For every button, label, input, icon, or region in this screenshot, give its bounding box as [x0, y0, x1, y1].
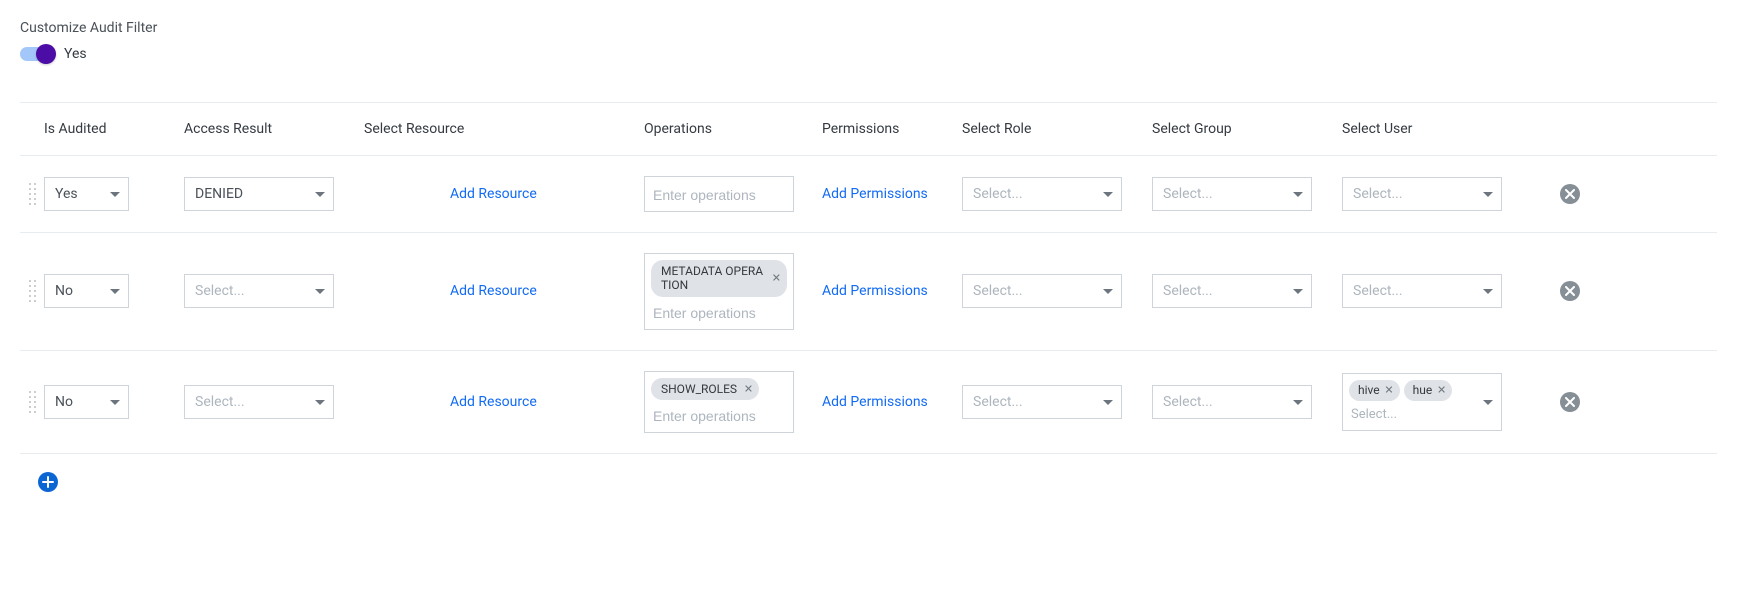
select-user[interactable]: Select... [1342, 274, 1502, 308]
chip-label: SHOW_ROLES [661, 382, 737, 396]
chip-remove-icon[interactable]: ✕ [1437, 384, 1446, 397]
plus-icon [42, 476, 54, 488]
operations-text-input[interactable] [651, 404, 787, 430]
chip-label: METADATA OPERATION [661, 264, 763, 292]
add-resource-button[interactable]: Add Resource [450, 277, 537, 305]
is-audited-select[interactable]: Yes [44, 177, 129, 211]
add-resource-button[interactable]: Add Resource [450, 388, 537, 416]
add-permissions-button[interactable]: Add Permissions [822, 388, 928, 416]
access-result-placeholder: Select... [195, 283, 245, 299]
close-icon [1565, 397, 1575, 407]
chip-remove-icon[interactable]: ✕ [1384, 384, 1393, 397]
chip-label: hive [1358, 383, 1380, 397]
access-result-value: DENIED [195, 186, 243, 202]
header-select-group: Select Group [1152, 121, 1342, 137]
user-chip: hue ✕ [1404, 380, 1453, 400]
toggle-knob [36, 44, 56, 64]
table-row: No Select... Add Resource METADATA OPERA… [20, 233, 1717, 351]
operation-chip: SHOW_ROLES ✕ [651, 378, 759, 400]
select-user-placeholder: Select... [1349, 405, 1475, 428]
select-role-placeholder: Select... [973, 394, 1023, 410]
select-role[interactable]: Select... [962, 177, 1122, 211]
toggle-label: Yes [64, 46, 87, 62]
select-user[interactable]: Select... [1342, 177, 1502, 211]
select-group-placeholder: Select... [1163, 283, 1213, 299]
is-audited-select[interactable]: No [44, 385, 129, 419]
customize-toggle-row: Yes [20, 46, 1717, 62]
is-audited-select[interactable]: No [44, 274, 129, 308]
delete-row-button[interactable] [1560, 184, 1580, 204]
operations-text-input[interactable] [651, 301, 787, 327]
table-row: No Select... Add Resource SHOW_ROLES ✕ A [20, 351, 1717, 454]
chevron-down-icon [1293, 289, 1303, 294]
drag-handle-icon[interactable] [29, 280, 36, 302]
header-permissions: Permissions [822, 121, 962, 137]
operations-input[interactable]: METADATA OPERATION ✕ [644, 253, 794, 330]
operations-input[interactable] [644, 176, 794, 212]
chevron-down-icon [1483, 400, 1493, 405]
header-is-audited: Is Audited [44, 121, 184, 137]
audit-filter-table: Is Audited Access Result Select Resource… [20, 102, 1717, 454]
add-row-container [20, 472, 1717, 492]
is-audited-value: No [55, 283, 73, 299]
chevron-down-icon [315, 289, 325, 294]
select-role-placeholder: Select... [973, 186, 1023, 202]
chip-label: hue [1413, 383, 1433, 397]
select-role[interactable]: Select... [962, 274, 1122, 308]
operations-input[interactable]: SHOW_ROLES ✕ [644, 371, 794, 433]
header-select-user: Select User [1342, 121, 1542, 137]
header-access-result: Access Result [184, 121, 364, 137]
header-select-resource: Select Resource [364, 121, 644, 137]
add-resource-button[interactable]: Add Resource [450, 180, 537, 208]
header-select-role: Select Role [962, 121, 1152, 137]
delete-row-button[interactable] [1560, 281, 1580, 301]
select-group[interactable]: Select... [1152, 177, 1312, 211]
drag-handle-icon[interactable] [29, 391, 36, 413]
chevron-down-icon [1293, 400, 1303, 405]
access-result-select[interactable]: DENIED [184, 177, 334, 211]
add-permissions-button[interactable]: Add Permissions [822, 277, 928, 305]
user-chip: hive ✕ [1349, 380, 1400, 400]
chevron-down-icon [1483, 192, 1493, 197]
chevron-down-icon [1103, 289, 1113, 294]
access-result-select[interactable]: Select... [184, 385, 334, 419]
is-audited-value: Yes [55, 186, 78, 202]
select-group[interactable]: Select... [1152, 385, 1312, 419]
select-user-placeholder: Select... [1353, 186, 1403, 202]
chevron-down-icon [1103, 192, 1113, 197]
select-role[interactable]: Select... [962, 385, 1122, 419]
operations-text-input[interactable] [651, 183, 787, 209]
add-permissions-button[interactable]: Add Permissions [822, 180, 928, 208]
section-title: Customize Audit Filter [20, 20, 1717, 36]
drag-handle-icon[interactable] [29, 183, 36, 205]
chevron-down-icon [315, 400, 325, 405]
close-icon [1565, 286, 1575, 296]
operation-chip: METADATA OPERATION ✕ [651, 260, 787, 297]
chevron-down-icon [1483, 289, 1493, 294]
table-row: Yes DENIED Add Resource Add Permissions … [20, 156, 1717, 233]
select-group-placeholder: Select... [1163, 394, 1213, 410]
chevron-down-icon [110, 192, 120, 197]
chip-remove-icon[interactable]: ✕ [772, 272, 781, 285]
header-operations: Operations [644, 121, 822, 137]
delete-row-button[interactable] [1560, 392, 1580, 412]
chevron-down-icon [110, 400, 120, 405]
chevron-down-icon [110, 289, 120, 294]
close-icon [1565, 189, 1575, 199]
access-result-select[interactable]: Select... [184, 274, 334, 308]
chevron-down-icon [1293, 192, 1303, 197]
customize-toggle[interactable] [20, 47, 54, 61]
select-group-placeholder: Select... [1163, 186, 1213, 202]
chevron-down-icon [315, 192, 325, 197]
select-user-placeholder: Select... [1353, 283, 1403, 299]
select-group[interactable]: Select... [1152, 274, 1312, 308]
select-user[interactable]: hive ✕ hue ✕ Select... [1342, 373, 1502, 430]
access-result-placeholder: Select... [195, 394, 245, 410]
chip-remove-icon[interactable]: ✕ [744, 382, 753, 395]
chevron-down-icon [1103, 400, 1113, 405]
select-role-placeholder: Select... [973, 283, 1023, 299]
table-header: Is Audited Access Result Select Resource… [20, 102, 1717, 156]
is-audited-value: No [55, 394, 73, 410]
add-row-button[interactable] [38, 472, 58, 492]
